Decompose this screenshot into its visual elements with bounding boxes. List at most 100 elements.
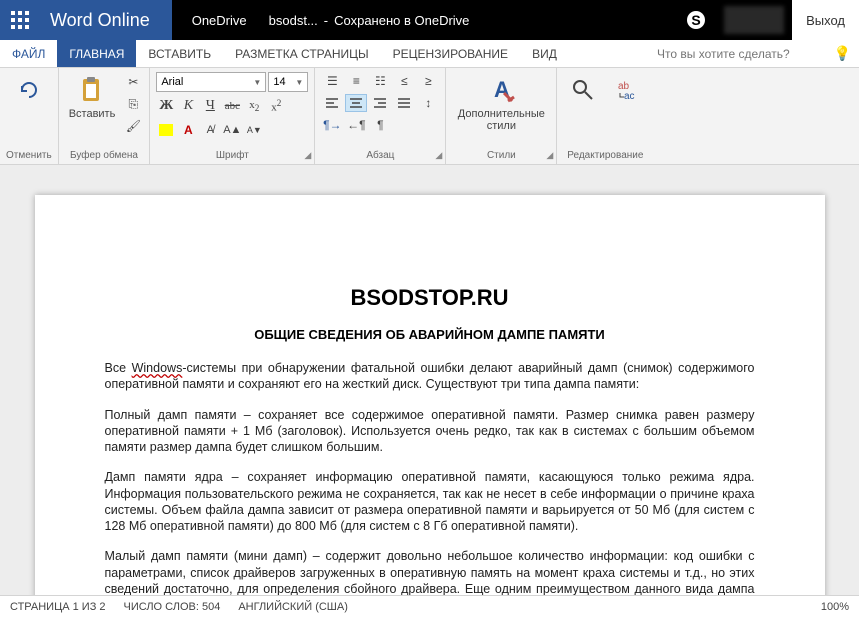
bold-button[interactable]: Ж [156,96,176,116]
breadcrumb-location[interactable]: OneDrive [192,13,247,28]
multilevel-icon: ☷ [375,74,386,88]
doc-paragraph[interactable]: Дамп памяти ядра – сохраняет информацию … [105,469,755,534]
tell-me-box[interactable]: 💡 [649,40,859,67]
strikethrough-button[interactable]: abc [222,96,242,116]
app-launcher-button[interactable] [0,0,40,40]
doc-subtitle[interactable]: ОБЩИЕ СВЕДЕНИЯ ОБ АВАРИЙНОМ ДАМПЕ ПАМЯТИ [105,327,755,342]
subscript-button[interactable]: x2 [266,96,286,116]
breadcrumb-filename[interactable]: bsodst... [269,13,318,28]
line-spacing-button[interactable]: ↕ [417,94,439,112]
underline-button[interactable]: Ч [200,96,220,116]
eraser-icon: A̸ [207,124,214,136]
tab-home[interactable]: ГЛАВНАЯ [57,40,136,67]
align-right-button[interactable] [369,94,391,112]
group-label-paragraph: Абзац [366,148,394,164]
dec-indent-button[interactable]: ≤ [393,72,415,90]
replace-icon: abac [611,74,643,106]
doc-paragraph[interactable]: Полный дамп памяти – сохраняет все содер… [105,407,755,456]
group-label-styles: Стили [487,148,516,164]
status-language[interactable]: АНГЛИЙСКИЙ (США) [238,601,348,613]
font-name-select[interactable]: Arial▼ [156,72,266,92]
ltr-button[interactable]: ¶→ [321,116,343,134]
tell-me-input[interactable] [657,47,830,61]
copy-icon: ⎘ [129,97,139,112]
document-page[interactable]: BSODSTOP.RU ОБЩИЕ СВЕДЕНИЯ ОБ АВАРИЙНОМ … [35,195,825,595]
bulb-icon: 💡 [834,45,851,62]
svg-text:ab: ab [618,81,630,92]
show-marks-button[interactable]: ¶ [369,116,391,134]
highlight-button[interactable] [156,120,176,140]
group-clipboard: Вставить ✂ ⎘ 🖌 Буфер обмена [59,68,151,164]
skype-button[interactable]: S [676,0,716,40]
breadcrumb: OneDrive bsodst... - Сохранено в OneDriv… [172,13,470,28]
group-undo: Отменить [0,68,59,164]
status-word-count[interactable]: ЧИСЛО СЛОВ: 504 [124,601,221,613]
justify-button[interactable] [393,94,415,112]
numbering-button[interactable]: ≡ [345,72,367,90]
format-painter-button[interactable]: 🖌 [123,116,143,136]
shrink-font-button[interactable]: A▼ [244,120,264,140]
font-color-button[interactable]: A [178,120,198,140]
align-center-button[interactable] [345,94,367,112]
scissors-icon: ✂ [128,75,138,89]
svg-text:S: S [691,12,700,28]
group-label-clipboard: Буфер обмена [70,148,138,164]
signout-link[interactable]: Выход [792,0,859,40]
inc-indent-button[interactable]: ≥ [417,72,439,90]
tab-layout[interactable]: РАЗМЕТКА СТРАНИЦЫ [223,40,381,67]
svg-text:A: A [494,77,510,102]
chevron-down-icon: ▼ [295,78,303,87]
paste-button[interactable]: Вставить [65,72,120,122]
bullets-button[interactable]: ☰ [321,72,343,90]
grow-font-button[interactable]: A▲ [222,120,242,140]
rtl-icon: ←¶ [347,118,365,132]
styles-icon: A [485,74,517,106]
styles-label: Дополнительные стили [456,108,546,132]
status-bar: СТРАНИЦА 1 ИЗ 2 ЧИСЛО СЛОВ: 504 АНГЛИЙСК… [0,595,859,617]
doc-title[interactable]: BSODSTOP.RU [105,285,755,311]
superscript-button[interactable]: x2 [244,96,264,116]
clear-format-button[interactable]: A̸ [200,120,220,140]
cut-button[interactable]: ✂ [123,72,143,92]
user-avatar[interactable] [724,6,784,34]
outdent-icon: ≤ [401,74,408,88]
align-left-button[interactable] [321,94,343,112]
styles-button[interactable]: A Дополнительные стили [452,72,550,134]
font-color-icon: A [184,123,193,137]
doc-paragraph[interactable]: Малый дамп памяти (мини дамп) – содержит… [105,548,755,595]
numbering-icon: ≡ [353,74,360,88]
rtl-button[interactable]: ←¶ [345,116,367,134]
ribbon: Отменить Вставить ✂ ⎘ 🖌 Буфер обмена Ari… [0,68,859,165]
italic-button[interactable]: К [178,96,198,116]
svg-text:ac: ac [624,91,635,102]
group-font: Arial▼ 14▼ Ж К Ч abc x2 x2 A A̸ A▲ A▼ [150,68,315,164]
multilevel-button[interactable]: ☷ [369,72,391,90]
chevron-down-icon: ▼ [253,78,261,87]
ltr-icon: ¶→ [323,118,341,132]
doc-paragraph[interactable]: Все Windows-системы при обнаружении фата… [105,360,755,393]
paste-label: Вставить [69,108,116,120]
status-zoom[interactable]: 100% [821,601,849,613]
breadcrumb-sep: - [324,13,328,28]
title-bar: Word Online OneDrive bsodst... - Сохране… [0,0,859,40]
document-scroll-area[interactable]: BSODSTOP.RU ОБЩИЕ СВЕДЕНИЯ ОБ АВАРИЙНОМ … [0,165,859,595]
status-page[interactable]: СТРАНИЦА 1 ИЗ 2 [10,601,106,613]
para-dialog-launcher[interactable]: ◢ [435,150,442,161]
text-run: Все [105,361,132,375]
group-paragraph: ☰ ≡ ☷ ≤ ≥ ↕ ¶→ ←¶ ¶ [315,68,446,164]
tab-review[interactable]: РЕЦЕНЗИРОВАНИЕ [381,40,520,67]
styles-dialog-launcher[interactable]: ◢ [546,150,553,161]
indent-icon: ≥ [425,74,432,88]
tab-view[interactable]: ВИД [520,40,569,67]
find-button[interactable] [563,72,603,108]
tab-insert[interactable]: ВСТАВИТЬ [136,40,223,67]
tab-file[interactable]: ФАЙЛ [0,40,57,67]
undo-icon [13,74,45,106]
font-dialog-launcher[interactable]: ◢ [304,150,311,161]
replace-button[interactable]: abac [607,72,647,108]
undo-button[interactable] [9,72,49,108]
copy-button[interactable]: ⎘ [123,94,143,114]
bullets-icon: ☰ [327,74,338,88]
font-size-select[interactable]: 14▼ [268,72,308,92]
spellcheck-word[interactable]: Windows [132,361,183,375]
